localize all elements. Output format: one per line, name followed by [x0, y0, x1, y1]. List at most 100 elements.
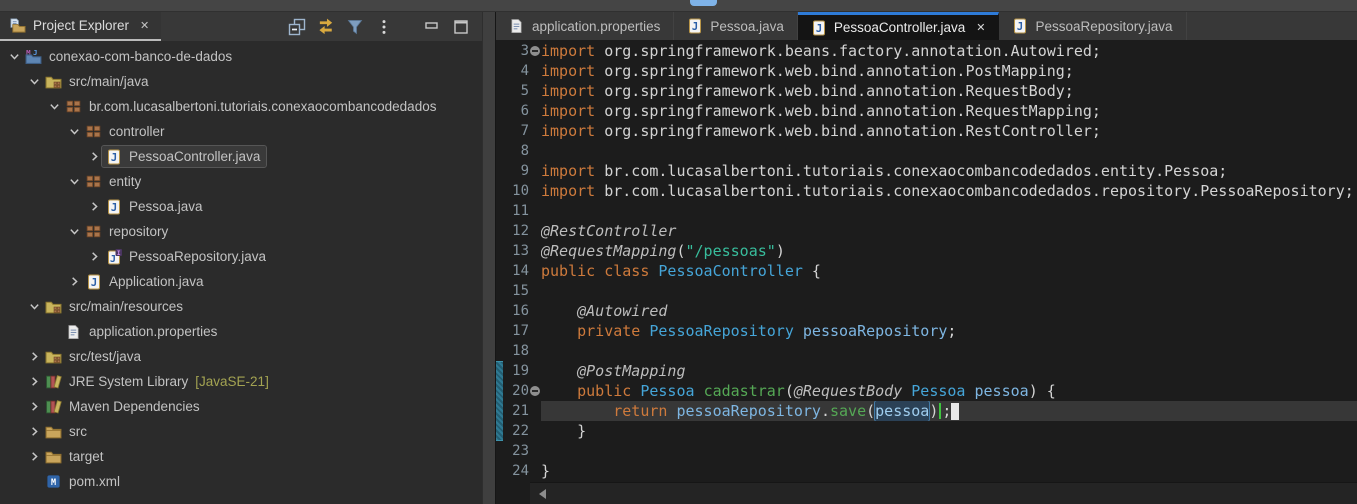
- code-line-10[interactable]: 10 import br.com.lucasalbertoni.tutoriais…: [496, 181, 1357, 201]
- tree-item-pom-xml[interactable]: Mpom.xml: [0, 469, 482, 494]
- chevron-down-icon[interactable]: [46, 99, 62, 115]
- chevron-right-icon[interactable]: [86, 149, 102, 165]
- tree-item-inner[interactable]: J Application.java: [82, 271, 210, 292]
- chevron-right-icon[interactable]: [26, 424, 42, 440]
- tab-project-explorer[interactable]: Project Explorer ✕: [0, 12, 162, 41]
- chevron-right-icon[interactable]: [26, 449, 42, 465]
- tab-pessoarepository-java[interactable]: J PessoaRepository.java: [999, 12, 1187, 40]
- code-line-24[interactable]: 24}: [496, 461, 1357, 481]
- code-line-20[interactable]: 20 public Pessoa cadastrar(@RequestBody …: [496, 381, 1357, 401]
- code-line-3[interactable]: 3 import org.springframework.beans.factor…: [496, 41, 1357, 61]
- tab-pessoacontroller-java[interactable]: J PessoaController.java ✕: [797, 12, 1000, 40]
- code-line-content[interactable]: import org.springframework.web.bind.anno…: [541, 61, 1357, 81]
- code-line-content[interactable]: import org.springframework.beans.factory…: [541, 41, 1357, 61]
- code-line-content[interactable]: @Autowired: [541, 301, 1357, 321]
- code-line-content[interactable]: import br.com.lucasalbertoni.tutoriais.c…: [541, 161, 1357, 181]
- chevron-right-icon[interactable]: [26, 399, 42, 415]
- tree-item-src[interactable]: src: [0, 419, 482, 444]
- tab-application-properties[interactable]: application.properties: [496, 12, 675, 40]
- tree-item-inner[interactable]: Mpom.xml: [42, 471, 126, 492]
- collapse-all-icon[interactable]: [288, 18, 306, 36]
- tree-item-inner[interactable]: src: [42, 421, 93, 442]
- code-line-content[interactable]: public Pessoa cadastrar(@RequestBody Pes…: [541, 381, 1357, 401]
- chevron-down-icon[interactable]: [26, 299, 42, 315]
- tree-item-inner[interactable]: entity: [82, 171, 147, 192]
- code-line-19[interactable]: 19 @PostMapping: [496, 361, 1357, 381]
- code-line-content[interactable]: import br.com.lucasalbertoni.tutoriais.c…: [541, 181, 1357, 201]
- tree-item-inner[interactable]: application.properties: [62, 321, 223, 342]
- code-line-content[interactable]: @PostMapping: [541, 361, 1357, 381]
- tree-item-pessoa-java[interactable]: J Pessoa.java: [0, 194, 482, 219]
- tree-item-inner[interactable]: src/main/java: [42, 71, 155, 92]
- tree-item-inner[interactable]: J Pessoa.java: [102, 196, 209, 217]
- tree-item-controller[interactable]: controller: [0, 119, 482, 144]
- code-line-content[interactable]: @RequestMapping("/pessoas"): [541, 241, 1357, 261]
- tree-item-pessoarepository-java[interactable]: J I PessoaRepository.java: [0, 244, 482, 269]
- view-menu-icon[interactable]: [375, 18, 393, 36]
- chevron-right-icon[interactable]: [86, 199, 102, 215]
- code-line-22[interactable]: 22 }: [496, 421, 1357, 441]
- chevron-right-icon[interactable]: [66, 274, 82, 290]
- code-line-12[interactable]: 12 @RestController: [496, 221, 1357, 241]
- tree-item-inner[interactable]: Maven Dependencies: [42, 396, 206, 417]
- code-line-21[interactable]: 21 return pessoaRepository. save(pessoa);: [496, 401, 1357, 421]
- code-line-content[interactable]: public class PessoaController {: [541, 261, 1357, 281]
- code-line-content[interactable]: }: [541, 421, 1357, 441]
- code-line-6[interactable]: 6 import org.springframework.web.bind.ann…: [496, 101, 1357, 121]
- tab-pessoa-java[interactable]: J Pessoa.java: [674, 12, 798, 40]
- code-line-content[interactable]: @RestController: [541, 221, 1357, 241]
- code-line-11[interactable]: 11: [496, 201, 1357, 221]
- tree-item-application-java[interactable]: J Application.java: [0, 269, 482, 294]
- chevron-down-icon[interactable]: [66, 174, 82, 190]
- tree-item-entity[interactable]: entity: [0, 169, 482, 194]
- code-line-content[interactable]: return pessoaRepository. save(pessoa);: [541, 401, 1357, 421]
- tree-item-inner[interactable]: src/test/java: [42, 346, 147, 367]
- code-line-13[interactable]: 13 @RequestMapping("/pessoas"): [496, 241, 1357, 261]
- close-icon[interactable]: ✕: [972, 21, 985, 34]
- filter-icon[interactable]: [346, 18, 364, 36]
- tree-item-pessoacontroller-java[interactable]: J PessoaController.java: [0, 144, 482, 169]
- tree-item-src-main-resources[interactable]: src/main/resources: [0, 294, 482, 319]
- chevron-down-icon[interactable]: [6, 49, 22, 65]
- code-line-content[interactable]: }: [541, 461, 1357, 481]
- code-line-23[interactable]: 23: [496, 441, 1357, 461]
- chevron-down-icon[interactable]: [26, 74, 42, 90]
- code-line-7[interactable]: 7 import org.springframework.web.bind.ann…: [496, 121, 1357, 141]
- tree-item-inner[interactable]: JRE System Library [JavaSE-21]: [42, 371, 275, 392]
- code-line-content[interactable]: import org.springframework.web.bind.anno…: [541, 121, 1357, 141]
- code-line-9[interactable]: 9 import br.com.lucasalbertoni.tutoriais.…: [496, 161, 1357, 181]
- scroll-left-icon[interactable]: [539, 488, 546, 499]
- tree-item-br-com-lucasalbertoni-tutoriais-conexaocombancodedados[interactable]: br.com.lucasalbertoni.tutoriais.conexaoc…: [0, 94, 482, 119]
- fold-collapse-icon[interactable]: [530, 386, 540, 396]
- code-line-content[interactable]: private PessoaRepository pessoaRepositor…: [541, 321, 1357, 341]
- tree-item-target[interactable]: target: [0, 444, 482, 469]
- chevron-down-icon[interactable]: [66, 124, 82, 140]
- code-line-14[interactable]: 14 public class PessoaController {: [496, 261, 1357, 281]
- code-line-content[interactable]: [541, 441, 1357, 461]
- maximize-icon[interactable]: [452, 18, 470, 36]
- code-editor[interactable]: 3 import org.springframework.beans.factor…: [496, 40, 1357, 504]
- code-line-18[interactable]: 18: [496, 341, 1357, 361]
- tree-item-inner[interactable]: M J conexao-com-banco-de-dados: [22, 46, 238, 67]
- chevron-right-icon[interactable]: [26, 349, 42, 365]
- tree-item-inner[interactable]: target: [42, 446, 110, 467]
- code-line-content[interactable]: import org.springframework.web.bind.anno…: [541, 81, 1357, 101]
- panel-sash[interactable]: [482, 12, 496, 504]
- code-line-4[interactable]: 4 import org.springframework.web.bind.ann…: [496, 61, 1357, 81]
- tree-item-inner[interactable]: br.com.lucasalbertoni.tutoriais.conexaoc…: [62, 96, 442, 117]
- fold-collapse-icon[interactable]: [530, 46, 540, 56]
- code-line-content[interactable]: [541, 201, 1357, 221]
- tree-item-src-main-java[interactable]: src/main/java: [0, 69, 482, 94]
- tree-item-inner[interactable]: src/main/resources: [42, 296, 189, 317]
- tree-item-jre-system-library[interactable]: JRE System Library [JavaSE-21]: [0, 369, 482, 394]
- tree-item-inner[interactable]: controller: [82, 121, 171, 142]
- horizontal-scrollbar[interactable]: [530, 482, 1357, 504]
- code-line-17[interactable]: 17 private PessoaRepository pessoaReposi…: [496, 321, 1357, 341]
- tree-item-conexao-com-banco-de-dados[interactable]: M J conexao-com-banco-de-dados: [0, 44, 482, 69]
- tree-item-maven-dependencies[interactable]: Maven Dependencies: [0, 394, 482, 419]
- tree-item-inner[interactable]: repository: [82, 221, 174, 242]
- minimize-icon[interactable]: [423, 18, 441, 36]
- code-line-5[interactable]: 5 import org.springframework.web.bind.ann…: [496, 81, 1357, 101]
- chevron-down-icon[interactable]: [66, 224, 82, 240]
- code-line-content[interactable]: [541, 341, 1357, 361]
